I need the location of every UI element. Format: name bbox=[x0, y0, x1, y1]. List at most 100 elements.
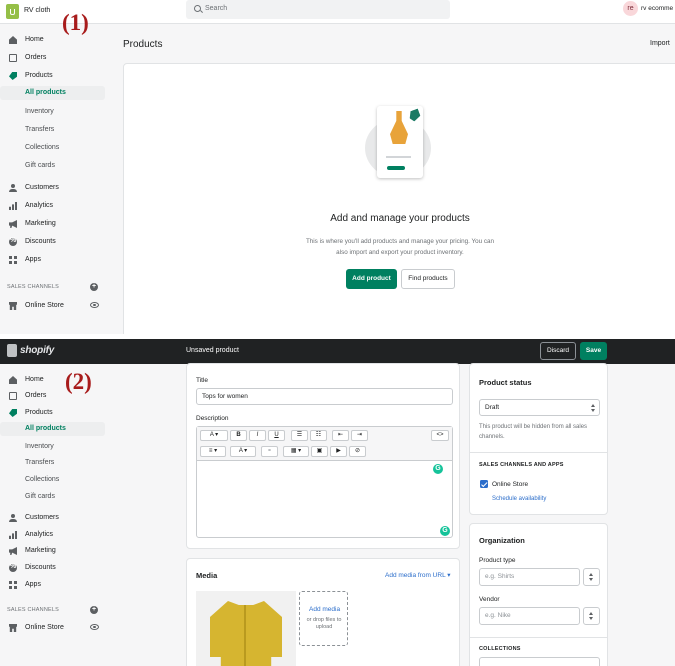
apps-icon bbox=[9, 256, 17, 264]
sidebar-item-orders[interactable]: Orders bbox=[0, 389, 105, 403]
sidebar-item-discounts[interactable]: Discounts bbox=[0, 561, 105, 575]
shopify-bag-icon[interactable] bbox=[7, 344, 17, 357]
sidebar-item-online-store[interactable]: Online Store bbox=[0, 621, 105, 635]
sidebar-item-label: Inventory bbox=[25, 108, 54, 115]
search-placeholder: Search bbox=[205, 5, 228, 12]
search-input[interactable]: Search bbox=[186, 0, 450, 19]
avatar[interactable]: re bbox=[623, 1, 638, 16]
sidebar-item-label: All products bbox=[25, 89, 66, 96]
sidebar-item-discounts[interactable]: Discounts bbox=[0, 235, 105, 249]
add-media-button[interactable]: Add media bbox=[309, 606, 340, 613]
discard-button[interactable]: Discard bbox=[540, 342, 576, 360]
sidebar-item-products[interactable]: Products bbox=[0, 406, 105, 420]
insert-image-button[interactable]: ▣ bbox=[311, 446, 328, 457]
import-button[interactable]: Import bbox=[650, 40, 670, 47]
sales-channels-heading: SALES CHANNELS bbox=[7, 284, 60, 290]
sidebar-item-collections[interactable]: Collections bbox=[0, 473, 105, 487]
empty-state-heading: Add and manage your products bbox=[330, 213, 470, 224]
discount-icon bbox=[9, 563, 17, 572]
add-sales-channel-button[interactable]: + bbox=[90, 606, 98, 614]
home-icon bbox=[9, 376, 17, 384]
sidebar-item-label: Customers bbox=[25, 514, 59, 521]
sidebar-item-orders[interactable]: Orders bbox=[0, 51, 105, 65]
sidebar-item-apps[interactable]: Apps bbox=[0, 253, 105, 267]
vendor-input[interactable]: e.g. Nike bbox=[479, 607, 580, 625]
title-input[interactable]: Tops for women bbox=[196, 388, 453, 405]
sidebar-item-collections[interactable]: Collections bbox=[0, 141, 105, 155]
shopify-bag-icon[interactable] bbox=[6, 4, 19, 19]
grammarly-icon[interactable]: G bbox=[433, 464, 443, 474]
insert-video-button[interactable]: ▶ bbox=[330, 446, 347, 457]
html-toggle-button[interactable]: <> bbox=[431, 430, 449, 441]
empty-state-card: Add and manage your products This is whe… bbox=[123, 63, 675, 334]
online-store-checkbox[interactable] bbox=[480, 480, 488, 488]
sidebar-item-apps[interactable]: Apps bbox=[0, 578, 105, 592]
outdent-button[interactable]: ⇤ bbox=[332, 430, 349, 441]
sidebar-item-marketing[interactable]: Marketing bbox=[0, 217, 105, 231]
eye-icon[interactable] bbox=[90, 302, 99, 308]
store-name[interactable]: RV cloth bbox=[24, 7, 50, 14]
eye-icon[interactable] bbox=[90, 624, 99, 630]
shopify-logo[interactable]: shopify bbox=[20, 345, 54, 356]
select-arrows-icon bbox=[588, 573, 594, 581]
sidebar-item-products[interactable]: Products bbox=[0, 69, 105, 83]
schedule-availability-link[interactable]: Schedule availability bbox=[492, 496, 546, 502]
sidebar-item-label: Collections bbox=[25, 144, 60, 151]
sidebar-item-label: Home bbox=[25, 36, 44, 43]
status-select[interactable]: Draft bbox=[479, 399, 600, 416]
media-dropzone[interactable]: Add media or drop files to upload bbox=[299, 591, 348, 646]
find-products-button[interactable]: Find products bbox=[401, 269, 455, 289]
link-button[interactable]: ⚭ bbox=[261, 446, 278, 457]
divider bbox=[470, 637, 607, 638]
sidebar-item-inventory[interactable]: Inventory bbox=[0, 440, 105, 454]
text-color-button[interactable]: A ▾ bbox=[230, 446, 256, 457]
sidebar-item-all-products[interactable]: All products bbox=[0, 86, 105, 100]
bold-button[interactable]: B bbox=[230, 430, 247, 441]
sidebar-item-analytics[interactable]: Analytics bbox=[0, 528, 105, 542]
sidebar-item-gift-cards[interactable]: Gift cards bbox=[0, 490, 105, 504]
add-product-button[interactable]: Add product bbox=[346, 269, 397, 289]
add-sales-channel-button[interactable]: + bbox=[90, 283, 98, 291]
orders-icon bbox=[9, 54, 17, 62]
clear-formatting-button[interactable]: ⊘ bbox=[349, 446, 366, 457]
sidebar-item-inventory[interactable]: Inventory bbox=[0, 105, 105, 119]
table-button[interactable]: ▦ ▾ bbox=[283, 446, 309, 457]
grammarly-icon[interactable]: G bbox=[440, 526, 450, 536]
align-button[interactable]: ≡ ▾ bbox=[200, 446, 226, 457]
sidebar-item-gift-cards[interactable]: Gift cards bbox=[0, 159, 105, 173]
sidebar-item-home[interactable]: Home bbox=[0, 373, 105, 387]
sidebar-item-label: Orders bbox=[25, 392, 47, 399]
editor-toolbar: A ▾ B I U ☰ ☷ ⇤ ⇥ <> ≡ ▾ A ▾ ⚭ ▦ ▾ ▣ ▶ ⊘ bbox=[197, 427, 452, 461]
sidebar-item-all-products[interactable]: All products bbox=[0, 422, 105, 436]
numbered-list-button[interactable]: ☷ bbox=[310, 430, 327, 441]
save-button[interactable]: Save bbox=[580, 342, 607, 360]
collections-input[interactable] bbox=[479, 657, 600, 666]
sidebar-item-analytics[interactable]: Analytics bbox=[0, 199, 105, 213]
sidebar-item-customers[interactable]: Customers bbox=[0, 511, 105, 525]
font-style-button[interactable]: A ▾ bbox=[200, 430, 228, 441]
online-store-label: Online Store bbox=[492, 481, 529, 488]
product-type-input[interactable]: e.g. Shirts bbox=[479, 568, 580, 586]
tag-icon bbox=[9, 72, 17, 80]
title-label: Title bbox=[196, 377, 209, 384]
person-icon bbox=[9, 184, 17, 192]
italic-button[interactable]: I bbox=[249, 430, 266, 441]
description-editor[interactable]: A ▾ B I U ☰ ☷ ⇤ ⇥ <> ≡ ▾ A ▾ ⚭ ▦ ▾ ▣ ▶ ⊘… bbox=[196, 426, 453, 538]
sidebar-item-transfers[interactable]: Transfers bbox=[0, 123, 105, 137]
vendor-select[interactable] bbox=[583, 607, 600, 625]
sidebar-item-home[interactable]: Home bbox=[0, 33, 105, 47]
media-heading: Media bbox=[196, 571, 218, 580]
status-select-value: Draft bbox=[485, 404, 500, 411]
sidebar-item-transfers[interactable]: Transfers bbox=[0, 456, 105, 470]
indent-button[interactable]: ⇥ bbox=[351, 430, 368, 441]
underline-button[interactable]: U bbox=[268, 430, 285, 441]
sidebar-item-marketing[interactable]: Marketing bbox=[0, 544, 105, 558]
organization-heading: Organization bbox=[479, 536, 525, 545]
product-type-select[interactable] bbox=[583, 568, 600, 586]
bullet-list-button[interactable]: ☰ bbox=[291, 430, 308, 441]
product-image-shirt[interactable] bbox=[196, 591, 296, 666]
sidebar-item-online-store[interactable]: Online Store bbox=[0, 299, 105, 313]
add-media-from-url-button[interactable]: Add media from URL ▾ bbox=[385, 571, 451, 579]
account-name[interactable]: rv ecomme bbox=[641, 5, 673, 12]
sidebar-item-customers[interactable]: Customers bbox=[0, 181, 105, 195]
